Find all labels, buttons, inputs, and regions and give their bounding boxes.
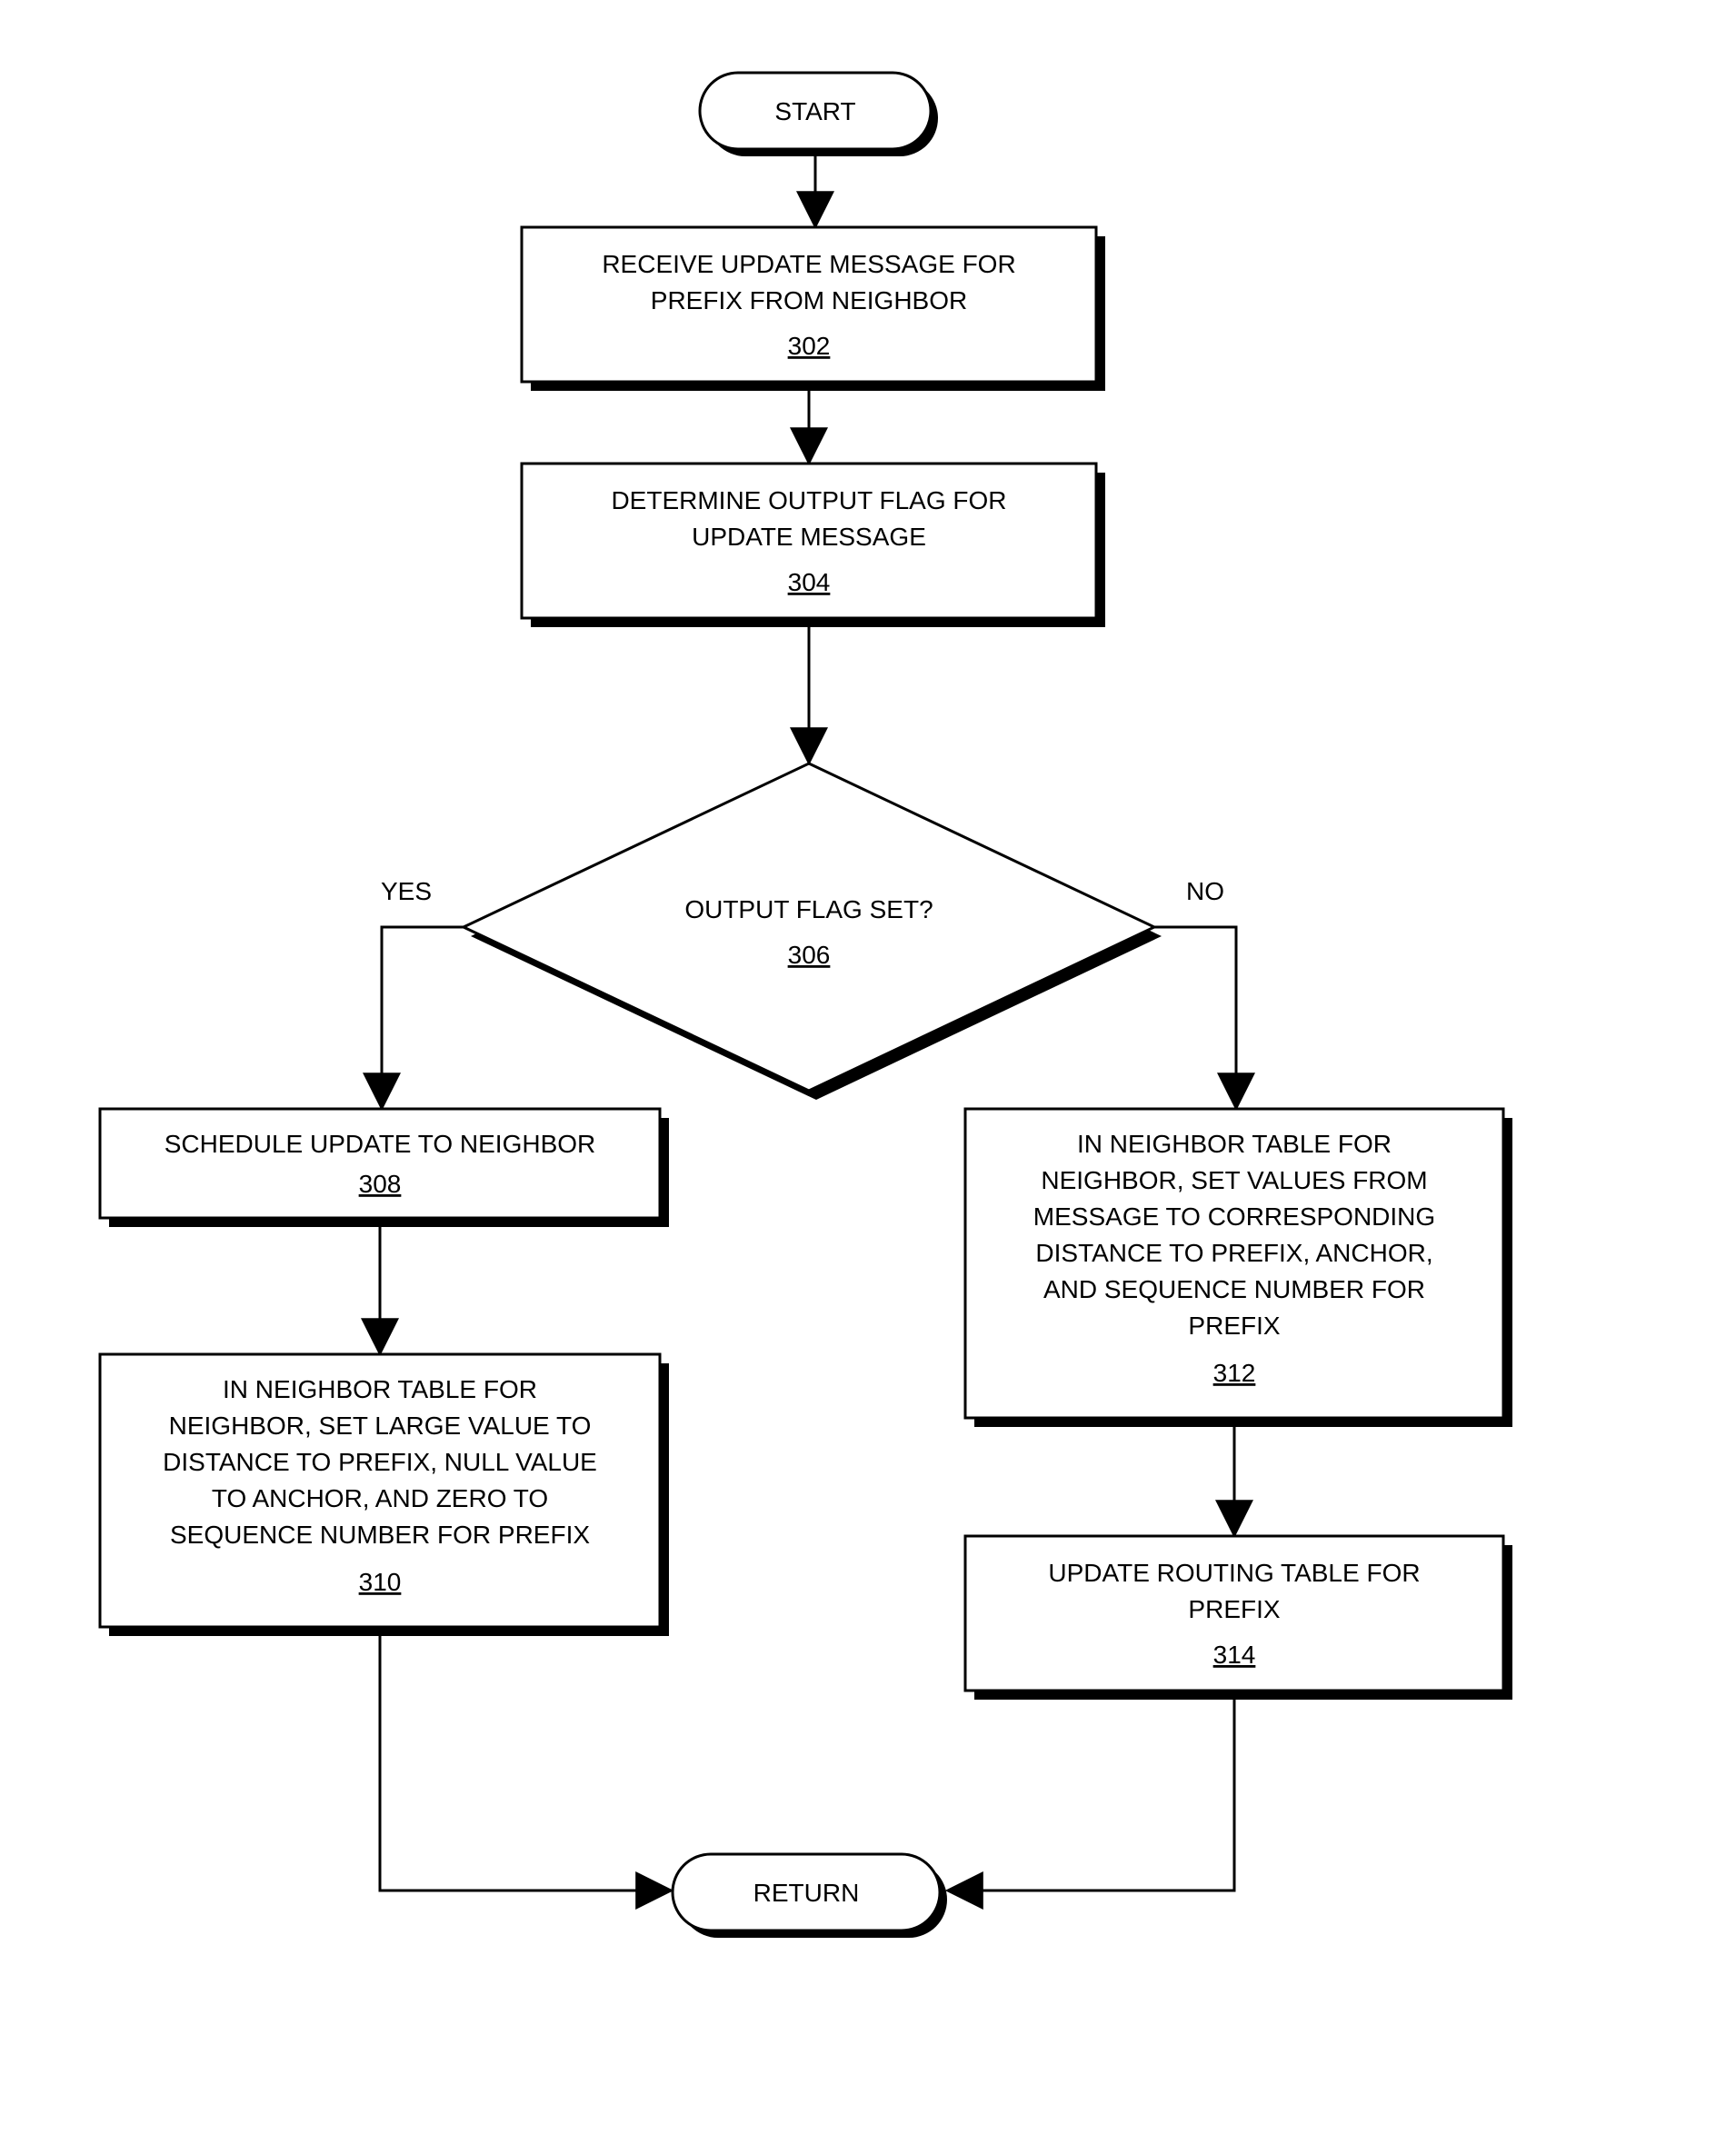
ref-308: 308 <box>359 1170 402 1198</box>
svg-text:DISTANCE TO PREFIX, ANCHOR,: DISTANCE TO PREFIX, ANCHOR, <box>1035 1239 1432 1267</box>
svg-text:DISTANCE TO PREFIX, NULL VALUE: DISTANCE TO PREFIX, NULL VALUE <box>163 1448 597 1476</box>
node-308: SCHEDULE UPDATE TO NEIGHBOR 308 <box>100 1109 669 1227</box>
node-306: OUTPUT FLAG SET? 306 <box>464 763 1162 1100</box>
svg-text:RECEIVE UPDATE MESSAGE FOR: RECEIVE UPDATE MESSAGE FOR <box>602 250 1015 278</box>
edge-306-308 <box>382 927 464 1107</box>
return-node: RETURN <box>673 1854 947 1938</box>
svg-text:NEIGHBOR, SET VALUES FROM: NEIGHBOR, SET VALUES FROM <box>1041 1166 1427 1194</box>
edge-label-no: NO <box>1186 877 1224 905</box>
ref-302: 302 <box>788 332 831 360</box>
node-312: IN NEIGHBOR TABLE FOR NEIGHBOR, SET VALU… <box>965 1109 1512 1427</box>
svg-text:UPDATE MESSAGE: UPDATE MESSAGE <box>692 523 926 551</box>
svg-text:DETERMINE OUTPUT FLAG FOR: DETERMINE OUTPUT FLAG FOR <box>611 486 1006 514</box>
svg-text:PREFIX FROM NEIGHBOR: PREFIX FROM NEIGHBOR <box>651 286 967 314</box>
svg-text:PREFIX: PREFIX <box>1188 1312 1280 1340</box>
node-302: RECEIVE UPDATE MESSAGE FOR PREFIX FROM N… <box>522 227 1105 391</box>
ref-304: 304 <box>788 568 831 596</box>
return-label: RETURN <box>753 1879 860 1907</box>
svg-text:OUTPUT FLAG SET?: OUTPUT FLAG SET? <box>684 895 933 923</box>
svg-text:SCHEDULE UPDATE TO NEIGHBOR: SCHEDULE UPDATE TO NEIGHBOR <box>165 1130 596 1158</box>
svg-text:SEQUENCE NUMBER FOR PREFIX: SEQUENCE NUMBER FOR PREFIX <box>170 1521 590 1549</box>
svg-text:AND SEQUENCE NUMBER FOR: AND SEQUENCE NUMBER FOR <box>1043 1275 1425 1303</box>
edge-314-return <box>949 1691 1234 1891</box>
flowchart: START RECEIVE UPDATE MESSAGE FOR PREFIX … <box>0 0 1736 2145</box>
ref-314: 314 <box>1213 1641 1256 1669</box>
start-label: START <box>774 97 855 125</box>
svg-text:TO ANCHOR, AND ZERO TO: TO ANCHOR, AND ZERO TO <box>212 1484 548 1512</box>
start-node: START <box>700 73 938 156</box>
node-310: IN NEIGHBOR TABLE FOR NEIGHBOR, SET LARG… <box>100 1354 669 1636</box>
ref-312: 312 <box>1213 1359 1256 1387</box>
ref-306: 306 <box>788 941 831 969</box>
svg-text:NEIGHBOR, SET LARGE VALUE TO: NEIGHBOR, SET LARGE VALUE TO <box>169 1412 592 1440</box>
edge-310-return <box>380 1627 670 1891</box>
edge-label-yes: YES <box>381 877 432 905</box>
node-304: DETERMINE OUTPUT FLAG FOR UPDATE MESSAGE… <box>522 464 1105 627</box>
edge-306-312 <box>1154 927 1236 1107</box>
svg-text:MESSAGE TO CORRESPONDING: MESSAGE TO CORRESPONDING <box>1033 1202 1435 1231</box>
svg-text:UPDATE ROUTING TABLE FOR: UPDATE ROUTING TABLE FOR <box>1048 1559 1420 1587</box>
ref-310: 310 <box>359 1568 402 1596</box>
svg-text:IN NEIGHBOR TABLE FOR: IN NEIGHBOR TABLE FOR <box>1077 1130 1392 1158</box>
svg-text:IN NEIGHBOR TABLE FOR: IN NEIGHBOR TABLE FOR <box>223 1375 537 1403</box>
svg-text:PREFIX: PREFIX <box>1188 1595 1280 1623</box>
node-314: UPDATE ROUTING TABLE FOR PREFIX 314 <box>965 1536 1512 1700</box>
